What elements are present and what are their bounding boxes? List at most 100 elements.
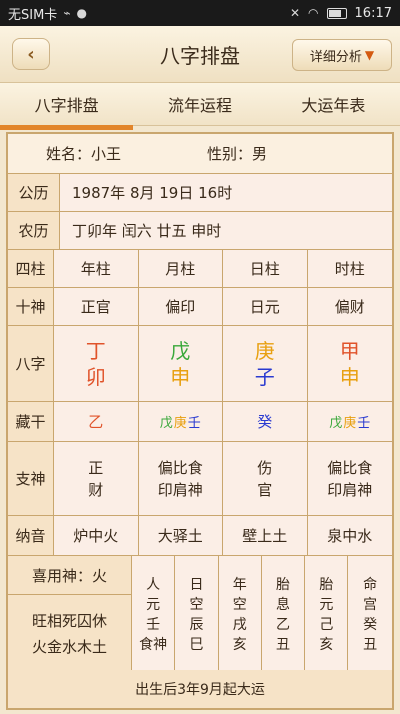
canggan-hour-0: 戊 bbox=[329, 416, 343, 431]
zhishen-hour-1: 印肩神 bbox=[327, 480, 373, 499]
niankong-1: 空 bbox=[232, 596, 247, 613]
nayin-month: 大驿土 bbox=[139, 516, 223, 555]
title-bar: ‹ 八字排盘 详细分析 ▼ bbox=[0, 26, 400, 83]
bazi-table: 姓名： 小王 性别： 男 公历 1987年 8月 19日 16时 农历 丁卯年 … bbox=[6, 132, 394, 710]
renyuan-1: 元 bbox=[146, 596, 161, 613]
name-value: 小王 bbox=[91, 145, 122, 163]
nongli-label: 农历 bbox=[8, 212, 60, 249]
xiyong-label: 喜用神：火 bbox=[8, 556, 131, 595]
pillar-year: 年柱 bbox=[54, 250, 139, 287]
taiyuan-0: 胎 bbox=[319, 576, 334, 593]
taixi-2: 乙 bbox=[276, 616, 291, 633]
wangxiang-top: 旺相死囚休 bbox=[31, 612, 107, 630]
sizhu-label: 四柱 bbox=[8, 250, 54, 287]
zhishen-day-0: 伤 bbox=[257, 458, 273, 477]
branch-day: 子 bbox=[254, 364, 275, 389]
zhishen-day-1: 官 bbox=[257, 480, 273, 499]
canggan-label: 藏干 bbox=[8, 402, 54, 441]
renyuan-3: 食神 bbox=[139, 636, 168, 653]
niankong-0: 年 bbox=[232, 576, 247, 593]
shishen-label: 十神 bbox=[8, 288, 54, 325]
gender-label: 性别： bbox=[207, 145, 253, 163]
zhishen-month-1: 印肩神 bbox=[157, 480, 203, 499]
tab-indicator bbox=[0, 125, 133, 130]
wifi-icon: ◠ bbox=[308, 6, 319, 20]
shishen-year: 正官 bbox=[54, 288, 139, 325]
minggong-1: 宫 bbox=[363, 596, 378, 613]
tab-bazi[interactable]: 八字排盘 bbox=[0, 83, 133, 125]
taixi-1: 息 bbox=[276, 596, 291, 613]
shishen-day: 日元 bbox=[223, 288, 308, 325]
nayin-year: 炉中火 bbox=[54, 516, 139, 555]
renyuan-2: 壬 bbox=[146, 616, 161, 633]
pillar-hour: 时柱 bbox=[334, 260, 365, 278]
back-button[interactable]: ‹ bbox=[12, 38, 50, 70]
zhishen-month-0: 偏比食 bbox=[157, 458, 203, 477]
canggan-day-0: 癸 bbox=[257, 413, 273, 431]
nongli-row: 农历 丁卯年 闰六 廿五 申时 bbox=[8, 212, 392, 250]
stem-hour: 甲 bbox=[339, 338, 360, 363]
tab-dayun[interactable]: 大运年表 bbox=[267, 83, 400, 125]
canggan-row: 藏干 乙 戊 庚 壬 癸 戊 庚 壬 bbox=[8, 402, 392, 442]
gongli-value: 1987年 8月 19日 16时 bbox=[72, 184, 233, 202]
status-bar: 无SIM卡 ⌁ ● ✕ ◠ 16:17 bbox=[0, 0, 400, 26]
branch-year: 卯 bbox=[85, 364, 106, 389]
rikong-0: 日 bbox=[189, 576, 204, 593]
taiyuan-2: 己 bbox=[319, 616, 334, 633]
rikong-2: 辰 bbox=[189, 616, 204, 633]
shishen-month: 偏印 bbox=[139, 288, 223, 325]
detail-analysis-button[interactable]: 详细分析 ▼ bbox=[292, 39, 392, 71]
zhishen-year-1: 财 bbox=[88, 480, 104, 499]
canggan-month-1: 庚 bbox=[173, 416, 187, 431]
nongli-value: 丁卯年 闰六 廿五 申时 bbox=[72, 222, 222, 240]
name-gender-row: 姓名： 小王 性别： 男 bbox=[8, 134, 392, 174]
bazi-row: 八字 丁 卯 戊 申 庚 子 甲 申 bbox=[8, 326, 392, 402]
zhishen-hour-0: 偏比食 bbox=[327, 458, 373, 477]
stem-month: 戊 bbox=[170, 338, 191, 363]
wangxiang-bottom: 火金水木土 bbox=[31, 638, 107, 656]
niankong-2: 戌 bbox=[232, 616, 247, 633]
stem-day: 庚 bbox=[254, 338, 275, 363]
pillar-month: 月柱 bbox=[139, 250, 223, 287]
chat-icon: ● bbox=[76, 6, 88, 20]
carrier-label: 无SIM卡 bbox=[8, 7, 58, 23]
gongli-row: 公历 1987年 8月 19日 16时 bbox=[8, 174, 392, 212]
bazi-label: 八字 bbox=[8, 326, 54, 401]
niankong-3: 亥 bbox=[232, 636, 247, 653]
zhishen-label: 支神 bbox=[8, 442, 54, 515]
rikong-1: 空 bbox=[189, 596, 204, 613]
usb-icon: ⌁ bbox=[63, 6, 71, 20]
detail-analysis-label: 详细分析 bbox=[309, 49, 362, 65]
branch-month: 申 bbox=[170, 364, 191, 389]
clock: 16:17 bbox=[354, 5, 392, 21]
renyuan-0: 人 bbox=[146, 576, 161, 593]
shishen-row: 十神 正官 偏印 日元 偏财 bbox=[8, 288, 392, 326]
battery-icon bbox=[326, 7, 347, 19]
minggong-2: 癸 bbox=[363, 616, 378, 633]
canggan-year-0: 乙 bbox=[88, 413, 104, 431]
shishen-hour: 偏财 bbox=[334, 298, 365, 316]
tab-bar: 八字排盘 流年运程 大运年表 bbox=[0, 83, 400, 126]
nayin-label: 纳音 bbox=[8, 516, 54, 555]
nayin-hour: 泉中水 bbox=[327, 527, 373, 545]
taiyuan-3: 亥 bbox=[319, 636, 334, 653]
gender-value: 男 bbox=[252, 145, 268, 163]
minggong-3: 丑 bbox=[363, 636, 378, 653]
zhishen-year-0: 正 bbox=[88, 458, 104, 477]
minggong-0: 命 bbox=[363, 576, 378, 593]
stem-year: 丁 bbox=[85, 338, 106, 363]
tab-liunian[interactable]: 流年运程 bbox=[133, 83, 266, 125]
canggan-hour-2: 壬 bbox=[357, 416, 371, 431]
taixi-0: 胎 bbox=[276, 576, 291, 593]
bottom-info-row: 喜用神：火 旺相死囚休 火金水木土 人 元 壬 食神 日 空 辰 巳 年 空 戌… bbox=[8, 556, 392, 674]
nayin-row: 纳音 炉中火 大驿土 壁上土 泉中水 bbox=[8, 516, 392, 556]
mute-icon: ✕ bbox=[289, 6, 301, 20]
back-arrow-icon: ‹ bbox=[27, 43, 35, 65]
nayin-day: 壁上土 bbox=[223, 516, 308, 555]
name-label: 姓名： bbox=[46, 145, 92, 163]
canggan-month-0: 戊 bbox=[159, 416, 173, 431]
pillar-header-row: 四柱 年柱 月柱 日柱 时柱 bbox=[8, 250, 392, 288]
pillar-day: 日柱 bbox=[223, 250, 308, 287]
canggan-month-2: 壬 bbox=[187, 416, 201, 431]
canggan-hour-1: 庚 bbox=[343, 416, 357, 431]
